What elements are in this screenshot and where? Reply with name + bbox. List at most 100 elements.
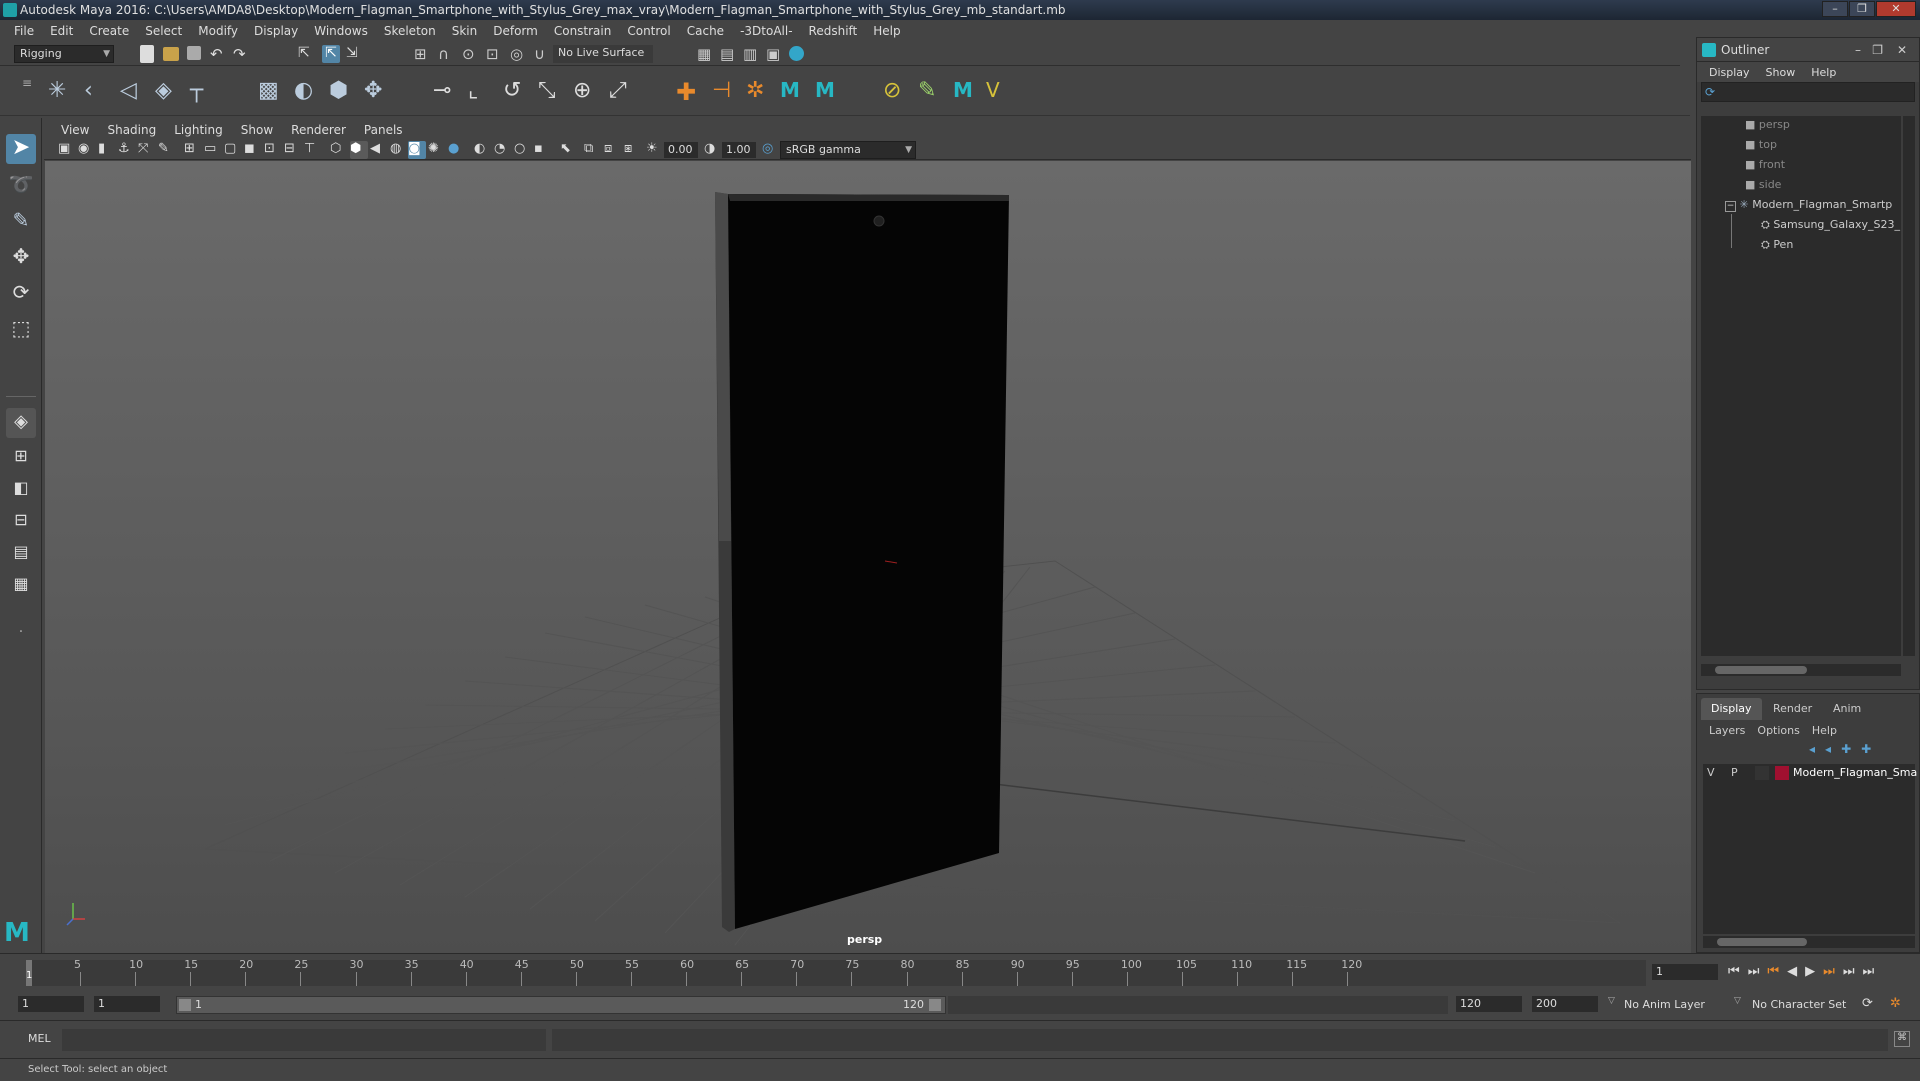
outliner-minimize-icon[interactable]: – xyxy=(1855,38,1861,62)
image-plane-icon[interactable]: ⚓ xyxy=(118,141,136,159)
layer-color-swatch[interactable] xyxy=(1775,766,1789,780)
snap-grid-icon[interactable]: ⊞ xyxy=(414,45,432,63)
layer-playback-toggle[interactable]: P xyxy=(1731,764,1738,782)
cluster-icon[interactable]: ✥ xyxy=(364,78,390,104)
restore-button[interactable]: ❐ xyxy=(1849,1,1875,17)
render-frame-icon[interactable]: ▤ xyxy=(720,45,738,63)
menu-skeleton[interactable]: Skeleton xyxy=(376,24,444,38)
time-slider[interactable]: 1 5 10 15 20 25 30 35 40 45 50 55 60 65 70 75 80 85 90 95 1… xyxy=(0,953,1920,989)
minimize-button[interactable]: – xyxy=(1822,1,1848,17)
maya-m-icon-1[interactable]: M xyxy=(780,78,806,104)
auto-key-icon[interactable]: ⟳ xyxy=(1862,996,1873,1011)
depth-of-field-icon[interactable]: ⧆ xyxy=(624,141,642,159)
menu-help[interactable]: Help xyxy=(865,24,908,38)
playback-start-field[interactable]: 1 xyxy=(94,996,160,1012)
gamma-icon[interactable]: ◑ xyxy=(704,141,722,159)
outliner-hscrollbar[interactable] xyxy=(1701,664,1901,676)
select-hierarchy-icon[interactable]: ⇱ xyxy=(298,45,316,63)
colorspace-dropdown[interactable]: sRGB gamma ▼ xyxy=(780,141,916,159)
layer-hscrollbar[interactable] xyxy=(1703,936,1915,948)
undo-icon[interactable]: ↶ xyxy=(210,45,228,63)
ik-spline-icon[interactable]: ◁ xyxy=(120,78,146,104)
panel-menu-renderer[interactable]: Renderer xyxy=(282,123,355,137)
range-slider-handle-end[interactable] xyxy=(929,999,941,1011)
panel-menu-shading[interactable]: Shading xyxy=(98,123,165,137)
play-backward-icon[interactable]: ◀ xyxy=(1787,964,1797,979)
grid-toggle-icon[interactable]: ⊞ xyxy=(184,141,202,159)
move-layer-down-icon[interactable]: ◂ xyxy=(1825,742,1831,760)
menu-file[interactable]: File xyxy=(6,24,42,38)
camera-attr-icon[interactable]: ◉ xyxy=(78,141,96,159)
xray-joints-icon[interactable]: ○ xyxy=(514,141,532,159)
frame-selection-icon[interactable]: ⬉ xyxy=(560,141,578,159)
step-back-frame-icon[interactable]: ⏮ xyxy=(1767,964,1779,979)
layer-menu-help[interactable]: Help xyxy=(1806,724,1843,737)
layer-menu-options[interactable]: Options xyxy=(1751,724,1805,737)
menu-skin[interactable]: Skin xyxy=(444,24,486,38)
layer-visibility-toggle[interactable]: V xyxy=(1707,764,1715,782)
grease-pencil-icon[interactable]: ✎ xyxy=(158,141,176,159)
close-button[interactable]: ✕ xyxy=(1876,1,1916,17)
outliner-item-samsung-galaxy[interactable]: ⛭ Samsung_Galaxy_S23_ xyxy=(1761,216,1900,234)
isolate-select-icon[interactable]: ◐ xyxy=(474,141,492,159)
wireframe-on-shaded-icon[interactable]: ◀ xyxy=(370,141,388,159)
ik-handle-icon[interactable]: ‹ xyxy=(84,78,110,104)
pole-vector-icon[interactable]: ⤢ xyxy=(609,78,635,104)
time-ruler[interactable]: 1 5 10 15 20 25 30 35 40 45 50 55 60 65 70 75 80 85 90 95 1… xyxy=(26,958,1646,986)
outliner-maximize-icon[interactable]: ❐ xyxy=(1872,38,1883,62)
menu-control[interactable]: Control xyxy=(619,24,678,38)
safe-title-icon[interactable]: ⊤ xyxy=(304,141,322,159)
outliner-layout-icon[interactable]: ⊟ xyxy=(6,506,36,536)
outliner-menu-display[interactable]: Display xyxy=(1701,66,1758,79)
scale-constraint-icon[interactable]: ⤡ xyxy=(538,78,564,104)
select-object-icon[interactable]: ⇱ xyxy=(322,45,340,63)
outliner-search-input[interactable]: ⟳ xyxy=(1701,82,1915,102)
shelf-options-icon[interactable]: ≡ xyxy=(22,76,32,90)
script-editor-icon[interactable]: ⌘ xyxy=(1894,1031,1910,1047)
layer-row[interactable]: V P Modern_Flagman_Sma xyxy=(1703,764,1917,782)
snap-surface-icon[interactable]: ◎ xyxy=(510,45,528,63)
outliner-close-icon[interactable]: ✕ xyxy=(1897,38,1907,62)
snap-view-icon[interactable]: ⊡ xyxy=(486,45,504,63)
safe-action-icon[interactable]: ⊟ xyxy=(284,141,302,159)
more-layouts-icon[interactable]: · xyxy=(6,618,36,648)
tab-display[interactable]: Display xyxy=(1701,698,1762,720)
anim-layer-dropdown[interactable]: No Anim Layer xyxy=(1624,996,1734,1014)
tab-render[interactable]: Render xyxy=(1763,698,1822,720)
menu-cache[interactable]: Cache xyxy=(679,24,732,38)
two-view-layout-icon[interactable]: ◧ xyxy=(6,474,36,504)
go-to-end-icon[interactable]: ⏭ xyxy=(1863,964,1875,979)
joint-tool-icon[interactable]: ✳ xyxy=(48,78,74,104)
outliner-item-pen[interactable]: ⛭ Pen xyxy=(1761,236,1793,254)
menu-modify[interactable]: Modify xyxy=(190,24,246,38)
redo-icon[interactable]: ↷ xyxy=(233,45,251,63)
maya-m-icon-3[interactable]: M xyxy=(953,78,979,104)
sculpt-tool-icon[interactable]: ✎ xyxy=(918,78,944,104)
four-view-layout-icon[interactable]: ⊞ xyxy=(6,442,36,472)
hypergraph-layout-icon[interactable]: ▦ xyxy=(6,570,36,600)
orient-constraint-icon[interactable]: ↺ xyxy=(503,78,529,104)
film-gate-icon[interactable]: ▭ xyxy=(204,141,222,159)
scroll-thumb[interactable] xyxy=(1715,666,1807,674)
layer-menu-layers[interactable]: Layers xyxy=(1703,724,1751,737)
frame-all-icon[interactable]: ⧉ xyxy=(584,141,602,159)
outliner-item-front[interactable]: ■ front xyxy=(1745,156,1785,174)
bind-skin-icon[interactable]: ▩ xyxy=(258,78,284,104)
aim-constraint-icon[interactable]: ⊕ xyxy=(573,78,599,104)
lasso-tool-icon[interactable]: ➰ xyxy=(6,170,36,200)
move-tool-icon[interactable]: ✥ xyxy=(6,242,36,272)
menu-constrain[interactable]: Constrain xyxy=(546,24,620,38)
menu-edit[interactable]: Edit xyxy=(42,24,81,38)
scale-tool-icon[interactable]: ⬚ xyxy=(6,314,36,344)
viewport-persp[interactable]: persp xyxy=(45,161,1691,953)
outliner-menu-show[interactable]: Show xyxy=(1758,66,1804,79)
menu-windows[interactable]: Windows xyxy=(306,24,376,38)
render-view-icon[interactable]: ▣ xyxy=(766,45,784,63)
backface-icon[interactable]: ▪ xyxy=(534,141,552,159)
new-scene-icon[interactable] xyxy=(140,45,154,63)
add-joint-icon[interactable]: ⊣ xyxy=(712,78,738,104)
blend-shape-icon[interactable]: V xyxy=(986,78,1012,104)
move-layer-up-icon[interactable]: ◂ xyxy=(1809,742,1815,760)
end-time-field[interactable]: 200 xyxy=(1532,996,1598,1012)
rotate-tool-icon[interactable]: ⟳ xyxy=(6,278,36,308)
